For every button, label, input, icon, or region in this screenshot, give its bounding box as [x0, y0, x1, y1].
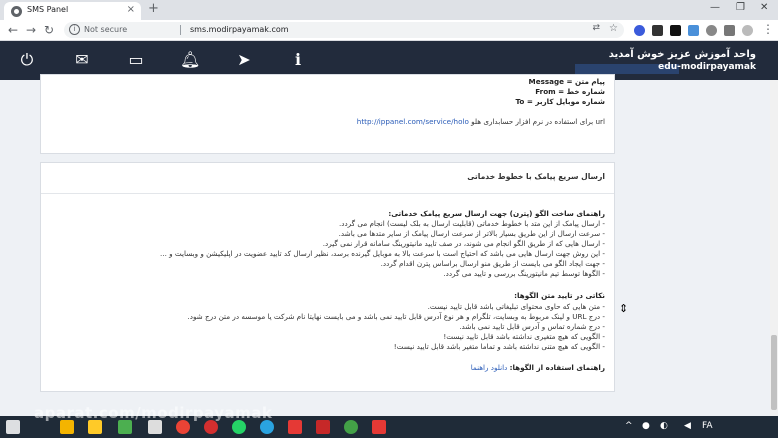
send-icon[interactable]: ➤ — [234, 51, 254, 69]
url-text[interactable]: sms.modirpayamak.com — [190, 25, 289, 34]
guide-item: - جهت ایجاد الگو می بایست از طریق منو ار… — [380, 259, 605, 268]
close-window-button[interactable]: ✕ — [760, 2, 768, 13]
main-content: پیام متن = Message شماره خط = From شماره… — [0, 74, 770, 416]
mouse-cursor-icon: ⇕ — [619, 302, 629, 315]
close-tab-icon[interactable]: × — [127, 4, 135, 15]
usage-line: راهنمای استفاده از الگوها: دانلود راهنما — [471, 363, 605, 372]
tips-item: - الگویی که هیچ متغیری نداشته باشد قابل … — [443, 332, 605, 341]
minimize-button[interactable]: — — [710, 2, 720, 13]
menu-dots-icon[interactable]: ⋮ — [762, 22, 774, 36]
telegram-icon[interactable] — [260, 420, 274, 434]
mail-icon[interactable] — [148, 420, 162, 434]
start-icon[interactable] — [6, 420, 20, 434]
url-prefix: url — [595, 117, 605, 126]
bookmark-star-icon[interactable]: ☆ — [609, 23, 618, 34]
card-icon[interactable]: ▭ — [126, 51, 146, 69]
divider — [180, 25, 181, 35]
translate-icon[interactable]: ⇄ — [592, 23, 600, 33]
url-note-line: url برای استفاده در نرم افزار حسابداری ه… — [357, 117, 605, 126]
tips-heading: نکاتی در تایید متن الگوها: — [514, 291, 605, 300]
power-icon[interactable]: ⏻ — [17, 51, 37, 69]
address-bar: ← → ↻ i Not secure sms.modirpayamak.com … — [0, 20, 778, 41]
omnibox[interactable]: i Not secure sms.modirpayamak.com ⇄ ☆ — [64, 22, 624, 38]
network-icon[interactable]: ◐ — [660, 421, 668, 431]
mic-icon[interactable]: ● — [642, 421, 650, 431]
username: edu-modirpayamak — [658, 62, 756, 72]
watermark: aparat.com/modirpayamak — [34, 404, 273, 422]
tips-item: - متن هایی که حاوی محتوای تبلیغاتی باشد … — [427, 302, 605, 311]
language-indicator[interactable]: FA — [702, 421, 713, 431]
whatsapp-icon[interactable] — [232, 420, 246, 434]
extension-icon[interactable] — [688, 25, 699, 36]
taskbar-app-icon[interactable] — [118, 420, 132, 434]
api-params-card: پیام متن = Message شماره خط = From شماره… — [40, 74, 615, 154]
bell-icon[interactable]: 🔔︎ — [180, 51, 200, 69]
divider — [41, 193, 614, 194]
new-tab-button[interactable]: + — [148, 1, 159, 16]
tips-item: - الگویی که هیچ متنی نداشته باشد و تماما… — [393, 342, 605, 351]
tips-item: - درج URL و لینک مربوط به وبسایت، تلگرام… — [187, 312, 605, 321]
chrome-icon[interactable] — [176, 420, 190, 434]
taskbar-app-icon[interactable] — [344, 420, 358, 434]
welcome-text: واحد آموزش عزیز خوش آمدید — [608, 49, 756, 60]
opera-icon[interactable] — [204, 420, 218, 434]
taskbar-app-icon[interactable] — [316, 420, 330, 434]
profile-avatar[interactable] — [742, 25, 753, 36]
maximize-button[interactable]: ❐ — [736, 2, 745, 13]
info-icon[interactable]: i — [288, 51, 308, 69]
taskbar-app-icon[interactable] — [60, 420, 74, 434]
vertical-scrollbar[interactable] — [770, 80, 778, 416]
browser-tab-bar: SMS Panel × + — ❐ ✕ — [0, 0, 778, 20]
info-icon[interactable]: i — [69, 24, 80, 35]
scrollbar-thumb[interactable] — [771, 335, 777, 410]
tab-title: SMS Panel — [27, 5, 69, 14]
card-title: ارسال سریع پیامک با خطوط خدماتی — [467, 172, 605, 181]
param-line: پیام متن = Message — [528, 77, 605, 86]
download-guide-link[interactable]: دانلود راهنما — [471, 363, 508, 372]
chevron-up-icon[interactable]: ^ — [625, 421, 633, 431]
browser-tab[interactable]: SMS Panel × — [4, 2, 141, 20]
extension-icon[interactable] — [652, 25, 663, 36]
extension-icon[interactable] — [634, 25, 645, 36]
url-note: برای استفاده در نرم افزار حسابداری هلو — [471, 117, 594, 126]
fast-sms-card: ارسال سریع پیامک با خطوط خدماتی راهنمای … — [40, 162, 615, 392]
guide-item: - این روش جهت ارسال هایی می باشد که احتی… — [160, 249, 605, 258]
tips-item: - درج شماره تماس و آدرس قابل تایید نمی ب… — [459, 322, 605, 331]
volume-icon[interactable]: ◀ — [684, 421, 691, 431]
extension-icon[interactable] — [706, 25, 717, 36]
taskbar-app-icon[interactable] — [288, 420, 302, 434]
puzzle-icon[interactable] — [724, 25, 735, 36]
guide-heading: راهنمای ساخت الگو (پترن) جهت ارسال سریع … — [388, 209, 605, 218]
folder-icon[interactable] — [88, 420, 102, 434]
guide-item: - ارسال پیامک از این متد با خطوط خدماتی … — [339, 219, 605, 228]
param-line: شماره خط = From — [535, 87, 605, 96]
forward-icon[interactable]: → — [26, 23, 36, 37]
usage-label: راهنمای استفاده از الگوها: — [509, 363, 605, 372]
extension-icon[interactable] — [670, 25, 681, 36]
taskbar-app-icon[interactable] — [372, 420, 386, 434]
guide-item: - الگوها توسط تیم مانیتورینگ بررسی و تای… — [443, 269, 605, 278]
guide-item: - ارسال هایی که از طریق الگو انجام می شو… — [322, 239, 605, 248]
holo-service-link[interactable]: http://ippanel.com/service/holo — [357, 117, 469, 126]
param-line: شماره موبایل کاربر = To — [515, 97, 605, 106]
envelope-icon[interactable]: ✉ — [72, 51, 92, 69]
reload-icon[interactable]: ↻ — [44, 23, 54, 37]
globe-icon — [11, 6, 22, 17]
back-icon[interactable]: ← — [8, 23, 18, 37]
guide-item: - سرعت ارسال از این طریق بسیار بالاتر از… — [338, 229, 605, 238]
not-secure-label: Not secure — [84, 25, 128, 34]
